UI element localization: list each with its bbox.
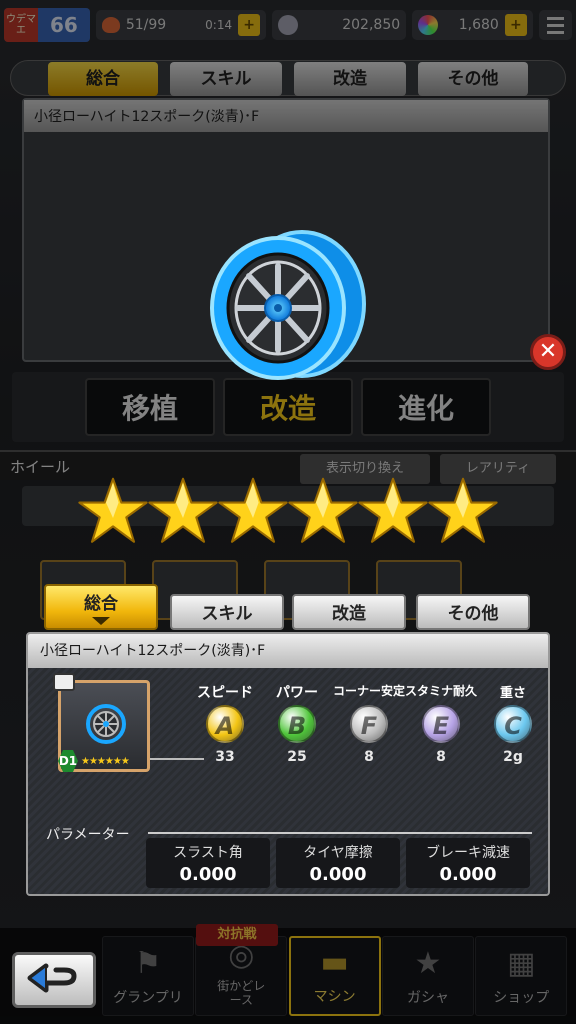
rarity-stars [78,468,498,554]
wheel-image [210,230,366,380]
tab-modify[interactable]: 改造 [292,594,406,630]
stat-grade: C [494,705,532,743]
stat-value: 2g [503,749,523,765]
tab-skill[interactable]: スキル [170,594,284,630]
param-tire-friction: タイヤ摩擦 0.000 [276,838,400,888]
tab-overall[interactable]: 総合 [44,584,158,630]
parameter-divider [148,832,532,834]
stat-grade: F [350,705,388,743]
param-label: ブレーキ減速 [426,845,510,861]
param-value: 0.000 [439,864,497,885]
stat-value: 8 [364,749,374,765]
detail-tab-bar: 総合 スキル 改造 その他 [44,584,534,632]
back-button[interactable] [12,952,96,1008]
wheel-thumb-icon [86,704,126,744]
stat-grade: E [422,705,460,743]
stat-value: 25 [287,749,307,765]
param-value: 0.000 [179,864,237,885]
thumb-stars: ★★★★★★ [81,756,130,767]
param-brake-deceleration: ブレーキ減速 0.000 [406,838,530,888]
stat-grade: A [206,705,244,743]
stat-value: 33 [215,749,235,765]
part-thumbnail: D1 ★★★★★★ [53,673,150,772]
part-detail-card: 小径ローハイト12スポーク(淡青)･F D1 ★★★★★★ スピード A 33 … [26,632,550,896]
stat-weight: 重さ C 2g [478,682,548,765]
param-label: スラスト角 [173,845,243,861]
parameter-label: パラメーター [46,827,130,843]
stat-power: パワー B 25 [262,682,332,765]
stat-speed: スピード A 33 [190,682,260,765]
param-value: 0.000 [309,864,367,885]
rarity-star-icon [428,477,498,543]
back-arrow-icon [27,963,77,993]
rarity-star-icon [78,477,148,543]
toolbox-icon [53,673,75,691]
stat-grade: B [278,705,316,743]
part-detail-body: D1 ★★★★★★ スピード A 33 パワー B 25 コーナー安定 F 8 … [28,668,548,894]
param-label: タイヤ摩擦 [303,845,373,861]
rarity-star-icon [148,477,218,543]
param-thrust-angle: スラスト角 0.000 [146,838,270,888]
tab-other[interactable]: その他 [416,594,530,630]
stat-stamina-durability: スタミナ耐久 E 8 [405,682,477,765]
stat-corner-stability: コーナー安定 F 8 [333,682,405,765]
rarity-star-icon [358,477,428,543]
close-button[interactable]: ✕ [530,334,566,370]
stat-label: 重さ [499,686,526,701]
rarity-star-icon [288,477,358,543]
grade-badge: D1 [58,750,78,772]
stat-value: 8 [436,749,446,765]
part-name: 小径ローハイト12スポーク(淡青)･F [28,634,548,668]
rarity-star-icon [218,477,288,543]
